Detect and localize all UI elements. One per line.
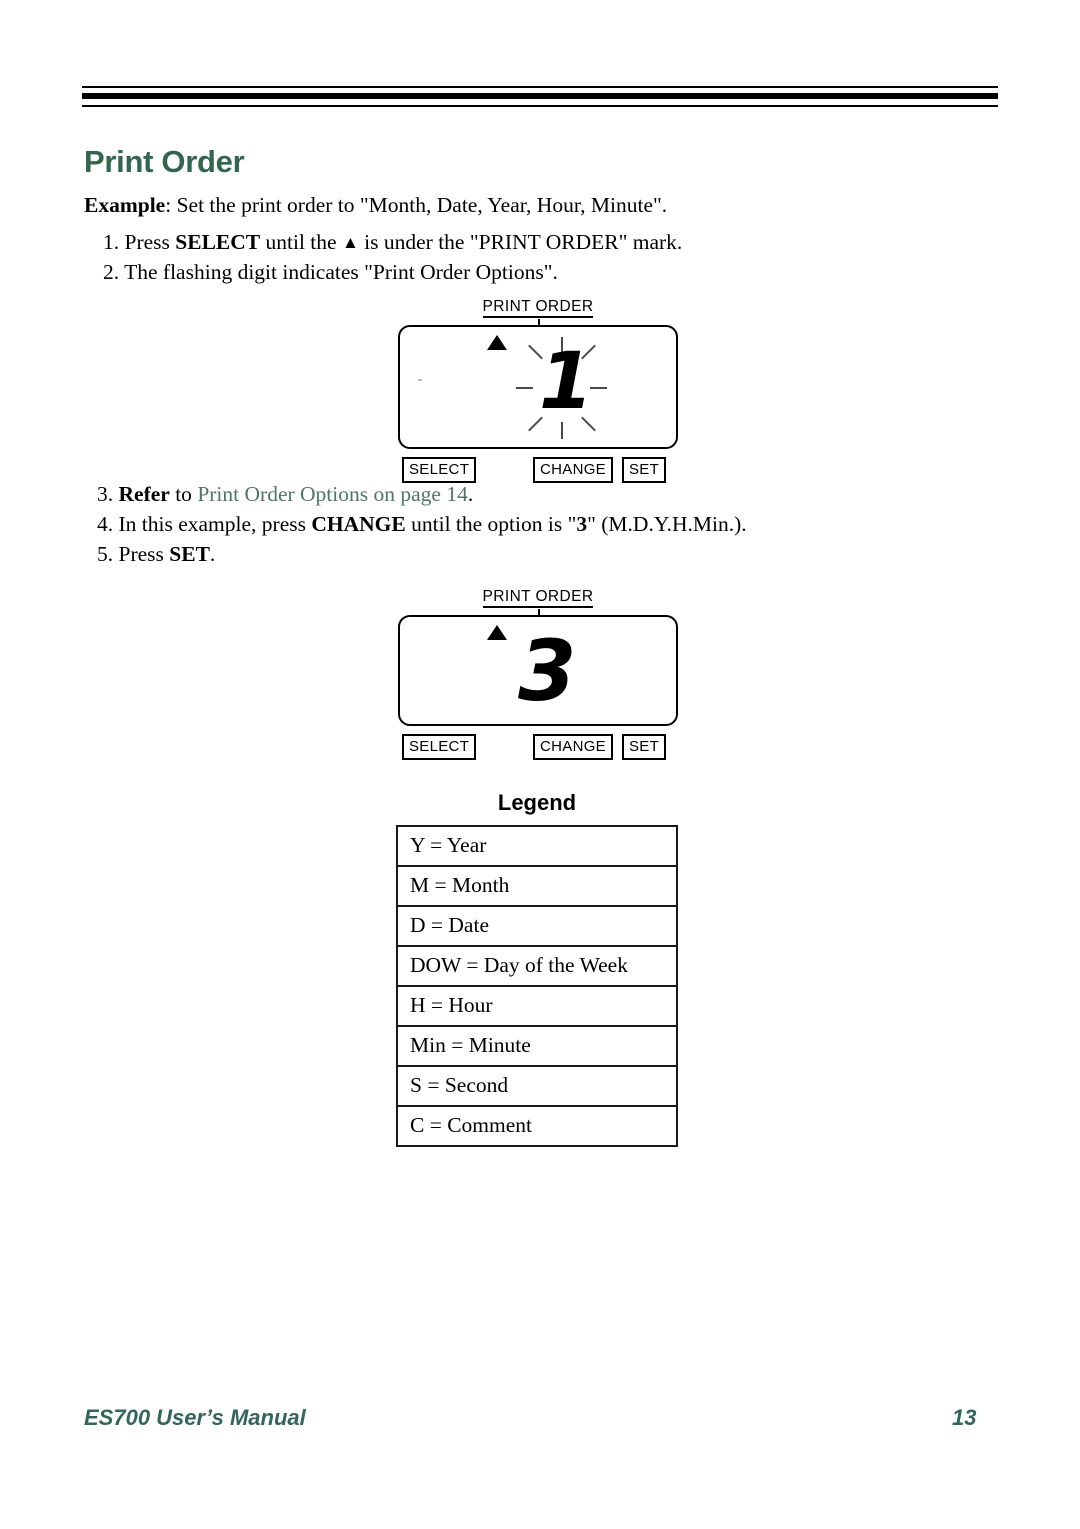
header-rule-bottom <box>82 105 998 107</box>
step-5: 5. Press SET. <box>97 539 747 569</box>
legend-cell: D = Date <box>396 905 678 947</box>
header-rule-group <box>82 86 998 107</box>
step-1-bold-select: SELECT <box>175 230 261 254</box>
lcd-caption-1: PRINT ORDER <box>398 298 678 331</box>
step-3-text-b: . <box>467 482 474 506</box>
example-line: Example: Set the print order to "Month, … <box>84 190 667 220</box>
step-5-number: 5. <box>97 542 114 566</box>
legend-cell: M = Month <box>396 865 678 907</box>
legend-table: Y = Year M = Month D = Date DOW = Day of… <box>396 825 678 1147</box>
step-2-text: The flashing digit indicates "Print Orde… <box>124 260 558 284</box>
lcd-figure-2: PRINT ORDER 3 SELECT CHANGE SET <box>398 588 678 760</box>
example-text: : Set the print order to "Month, Date, Y… <box>165 193 668 217</box>
step-4-bold-change: CHANGE <box>311 512 406 536</box>
header-rule-top <box>82 86 998 88</box>
table-row: DOW = Day of the Week <box>396 945 678 987</box>
print-order-options-link[interactable]: Print Order Options on page 14 <box>197 482 468 506</box>
step-4-bold-option: 3 <box>576 512 588 536</box>
step-3-bold-refer: Refer <box>118 482 170 506</box>
lcd-button-row-2: SELECT CHANGE SET <box>398 734 678 760</box>
lcd-digit-area-2: 3 <box>400 617 676 724</box>
table-row: H = Hour <box>396 985 678 1027</box>
step-2: 2. The flashing digit indicates "Print O… <box>103 257 682 287</box>
header-rule-middle <box>82 93 998 99</box>
lcd-figure-1: PRINT ORDER 1 SELECT CHANGE SET <box>398 298 678 483</box>
step-5-text-a: Press <box>118 542 170 566</box>
legend-title: Legend <box>497 790 577 815</box>
table-row: D = Date <box>396 905 678 947</box>
legend-cell: C = Comment <box>396 1105 678 1147</box>
lcd-caption-2-text: PRINT ORDER <box>482 588 594 608</box>
flash-ray-w <box>516 387 533 389</box>
table-row: C = Comment <box>396 1105 678 1147</box>
step-1: 1. Press SELECT until the ▲ is under the… <box>103 227 682 257</box>
lcd-caption-2: PRINT ORDER <box>398 588 678 621</box>
step-1-text-a: Press <box>124 230 176 254</box>
legend-cell: H = Hour <box>396 985 678 1027</box>
example-label: Example <box>84 193 166 217</box>
table-row: S = Second <box>396 1065 678 1107</box>
step-4: 4. In this example, press CHANGE until t… <box>97 509 747 539</box>
lcd-button-row-1: SELECT CHANGE SET <box>398 457 678 483</box>
step-3: 3. Refer to Print Order Options on page … <box>97 479 747 509</box>
step-4-text-b: until the option is " <box>405 512 577 536</box>
legend-block: Legend Y = Year M = Month D = Date DOW =… <box>396 790 678 1147</box>
step-1-text-c: is under the "PRINT ORDER" mark. <box>358 230 683 254</box>
step-2-number: 2. <box>103 260 120 284</box>
step-4-text-c: " (M.D.Y.H.Min.). <box>587 512 747 536</box>
step-1-text-b: until the <box>260 230 342 254</box>
up-triangle-icon: ▲ <box>341 233 359 252</box>
lcd-screen-2: 3 <box>398 615 678 726</box>
step-3-number: 3. <box>97 482 114 506</box>
step-5-text-b: . <box>209 542 216 566</box>
footer-page-number: 13 <box>952 1405 977 1430</box>
lcd-caption-1-text: PRINT ORDER <box>482 298 594 318</box>
step-1-number: 1. <box>103 230 120 254</box>
step-5-bold-set: SET <box>169 542 210 566</box>
steps-list-bottom: 3. Refer to Print Order Options on page … <box>97 479 747 569</box>
footer-manual-name: ES700 User’s Manual <box>84 1405 306 1430</box>
select-button-2[interactable]: SELECT <box>402 734 477 760</box>
lcd-digit-value-2: 3 <box>518 622 577 720</box>
legend-cell: DOW = Day of the Week <box>396 945 678 987</box>
legend-cell: Y = Year <box>396 825 678 867</box>
step-4-text-a: In this example, press <box>118 512 312 536</box>
page-title: Print Order <box>84 144 245 179</box>
legend-cell: Min = Minute <box>396 1025 678 1067</box>
step-4-number: 4. <box>97 512 114 536</box>
table-row: Min = Minute <box>396 1025 678 1067</box>
set-button-2[interactable]: SET <box>622 734 667 760</box>
steps-list-top: 1. Press SELECT until the ▲ is under the… <box>103 227 682 287</box>
lcd-screen-1: 1 <box>398 325 678 449</box>
change-button-2[interactable]: CHANGE <box>533 734 613 760</box>
step-3-text-a: to <box>169 482 198 506</box>
table-row: Y = Year <box>396 825 678 867</box>
lcd-digit-area-1: 1 <box>400 327 676 447</box>
lcd-digit-value-1: 1 <box>539 337 594 427</box>
legend-cell: S = Second <box>396 1065 678 1107</box>
table-row: M = Month <box>396 865 678 907</box>
